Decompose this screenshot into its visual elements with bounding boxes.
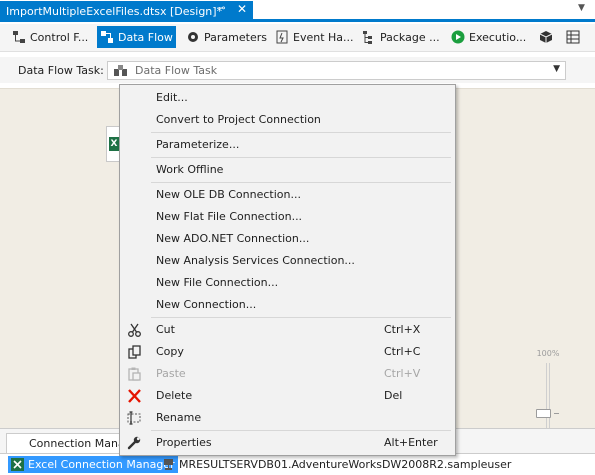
document-tab[interactable]: ImportMultipleExcelFiles.dtsx [Design]* … [0,1,253,22]
paste-icon [127,367,143,381]
menu-item-shortcut: Del [384,389,403,402]
tab-execution-results[interactable]: Executio... [448,26,529,48]
menu-item-label: Properties [156,436,212,449]
menu-item-new-analysis-services-connection[interactable]: New Analysis Services Connection... [122,250,453,272]
connection-managers-list: Excel Connection Manager MRESULTSERVDB01… [0,453,595,475]
menu-item-properties[interactable]: Properties Alt+Enter [122,432,453,454]
tab-label: Event Ha... [293,30,354,44]
connection-manager-item[interactable]: MRESULTSERVDB01.AdventureWorksDW2008R2.s… [159,456,514,473]
menu-item-rename[interactable]: Rename [122,407,453,429]
menu-item-label: New Flat File Connection... [156,210,303,223]
tab-data-flow[interactable]: Data Flow [97,26,176,48]
data-flow-task-bar: Data Flow Task: Data Flow Task ▼ [0,57,595,83]
designer-tab-bar: Control F... Data Flow Parameters Event … [0,24,595,52]
tab-list-dropdown-icon[interactable]: ▼ [578,3,585,13]
tab-parameters[interactable]: Parameters [183,26,270,48]
menu-item-new-connection[interactable]: New Connection... [122,294,453,316]
menu-separator [151,182,451,183]
toolbox-button[interactable] [536,26,556,48]
tab-event-handlers[interactable]: Event Ha... [272,26,357,48]
menu-item-delete[interactable]: Delete Del [122,385,453,407]
excel-icon: X [109,137,119,151]
document-tab-title: ImportMultipleExcelFiles.dtsx [Design]* [6,5,223,18]
menu-item-label: Parameterize... [156,138,240,151]
copy-icon [127,345,143,359]
connection-manager-name: Excel Connection Manager [28,458,175,471]
menu-item-label: New ADO.NET Connection... [156,232,310,245]
menu-item-copy[interactable]: Copy Ctrl+C [122,341,453,363]
document-tab-strip: ImportMultipleExcelFiles.dtsx [Design]* … [0,0,595,22]
data-flow-task-value: Data Flow Task [135,64,218,77]
menu-item-edit[interactable]: Edit... [122,87,453,109]
menu-separator [151,317,451,318]
menu-item-label: New Analysis Services Connection... [156,254,355,267]
menu-item-shortcut: Ctrl+C [384,345,421,358]
menu-item-work-offline[interactable]: Work Offline [122,159,453,181]
connection-manager-name: MRESULTSERVDB01.AdventureWorksDW2008R2.s… [179,458,512,471]
tab-package-explorer[interactable]: Package ... [359,26,443,48]
wrench-icon [127,436,143,450]
menu-item-cut[interactable]: Cut Ctrl+X [122,319,453,341]
menu-item-label: Paste [156,367,186,380]
grid-icon [566,30,580,44]
tab-label: Parameters [204,30,267,44]
connection-managers-tab[interactable]: Connection Managers [6,433,136,453]
excel-source-component[interactable]: X [106,126,120,162]
data-flow-task-dropdown[interactable]: Data Flow Task ▼ [107,61,566,80]
menu-item-shortcut: Alt+Enter [384,436,438,449]
menu-item-new-file-connection[interactable]: New File Connection... [122,272,453,294]
excel-connection-icon [11,458,24,471]
menu-item-paste[interactable]: Paste Ctrl+V [122,363,453,385]
menu-item-new-ole-db-connection[interactable]: New OLE DB Connection... [122,184,453,206]
menu-item-label: Cut [156,323,175,336]
menu-separator [151,157,451,158]
package-explorer-icon [362,30,376,44]
close-icon[interactable]: ✕ [237,2,247,16]
parameters-icon [186,30,200,44]
menu-item-label: Edit... [156,91,188,104]
menu-item-shortcut: Ctrl+V [384,367,421,380]
data-flow-task-label: Data Flow Task: [18,64,104,77]
menu-item-label: New OLE DB Connection... [156,188,301,201]
menu-item-shortcut: Ctrl+X [384,323,421,336]
menu-item-label: New File Connection... [156,276,279,289]
database-connection-icon [162,458,175,471]
execution-results-icon [451,30,465,44]
context-menu: Edit... Convert to Project Connection Pa… [119,84,456,456]
connection-manager-item[interactable]: Excel Connection Manager [8,456,178,473]
data-flow-icon [100,30,114,44]
menu-item-label: Rename [156,411,202,424]
delete-icon [127,389,143,403]
data-flow-task-icon [114,65,128,77]
tab-label: Control F... [30,30,89,44]
event-handlers-icon [275,30,289,44]
menu-item-convert-to-project-connection[interactable]: Convert to Project Connection [122,109,453,131]
menu-item-label: Work Offline [156,163,224,176]
menu-separator [151,430,451,431]
zoom-slider-thumb[interactable] [536,409,551,418]
chevron-down-icon: ▼ [553,64,560,74]
zoom-level-label: 100% [536,349,560,358]
tab-label: Data Flow [118,30,173,44]
cube-icon [539,30,553,44]
menu-separator [151,132,451,133]
tab-control-flow[interactable]: Control F... [9,26,91,48]
menu-item-label: Convert to Project Connection [156,113,321,126]
menu-item-new-ado-net-connection[interactable]: New ADO.NET Connection... [122,228,453,250]
control-flow-icon [12,30,26,44]
menu-item-label: Delete [156,389,193,402]
menu-item-parameterize[interactable]: Parameterize... [122,134,453,156]
tab-label: Package ... [380,30,440,44]
zoom-slider-tick [554,413,559,414]
variables-button[interactable] [563,26,583,48]
menu-item-label: New Connection... [156,298,257,311]
pin-icon[interactable]: ⊸ [217,3,225,14]
menu-item-label: Copy [156,345,184,358]
scissors-icon [127,323,143,337]
rename-icon [127,411,143,425]
tab-label: Executio... [469,30,527,44]
menu-item-new-flat-file-connection[interactable]: New Flat File Connection... [122,206,453,228]
